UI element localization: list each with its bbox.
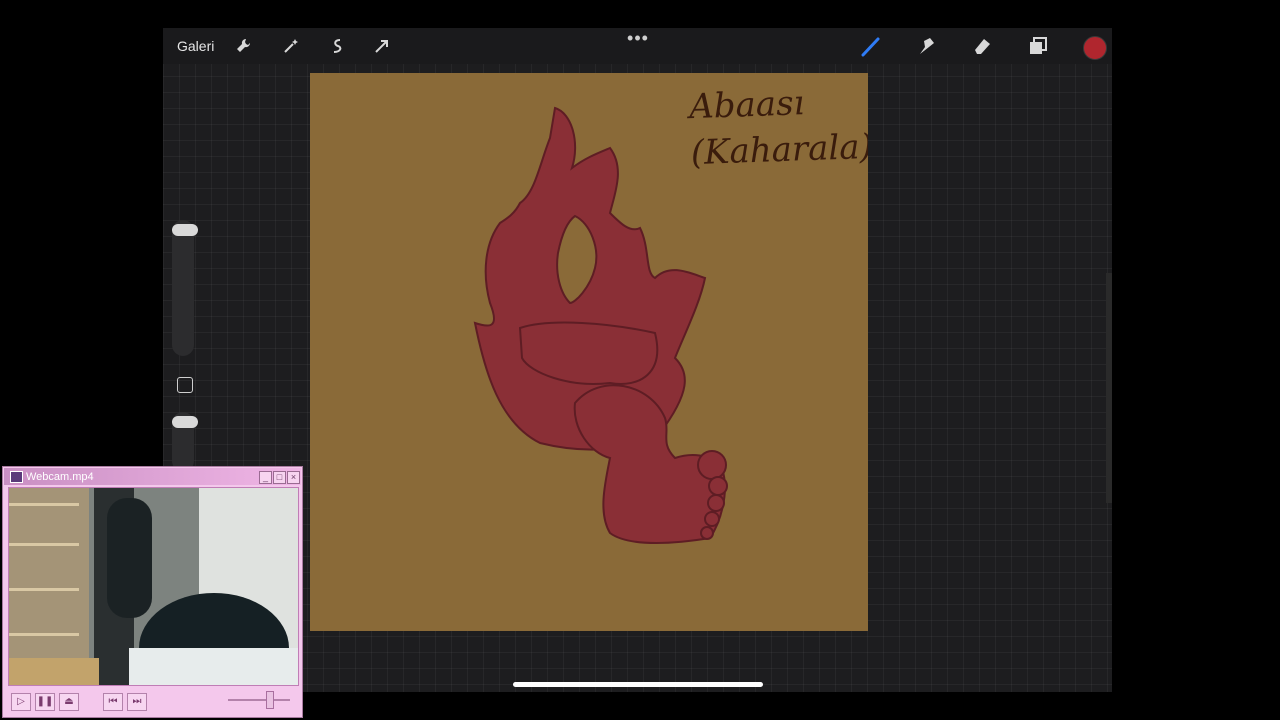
drawing-canvas[interactable]: Abaası (Kaharala) bbox=[310, 73, 868, 631]
brush-size-slider[interactable] bbox=[172, 220, 194, 356]
eraser-icon[interactable] bbox=[967, 28, 997, 64]
webcam-title: Webcam.mp4 bbox=[26, 470, 94, 483]
close-button[interactable]: × bbox=[287, 471, 300, 484]
smudge-icon[interactable] bbox=[912, 28, 942, 64]
minimize-button[interactable]: _ bbox=[259, 471, 272, 484]
webcam-titlebar[interactable]: Webcam.mp4 _ □ × bbox=[4, 468, 301, 485]
procreate-app: Galeri ••• Abaası (Kaharala) bbox=[163, 28, 1112, 692]
play-button[interactable]: ▷ bbox=[11, 693, 31, 711]
previous-button[interactable]: ⏮ bbox=[103, 693, 123, 711]
caption-line-2: (Kaharala) bbox=[690, 126, 868, 174]
next-button[interactable]: ⏭ bbox=[127, 693, 147, 711]
transform-arrow-icon[interactable] bbox=[367, 28, 397, 64]
gallery-button[interactable]: Galeri bbox=[177, 28, 214, 64]
volume-slider-track[interactable] bbox=[228, 699, 290, 701]
layers-icon[interactable] bbox=[1023, 28, 1053, 64]
app-icon bbox=[10, 471, 23, 483]
selection-icon[interactable] bbox=[322, 28, 352, 64]
color-picker-swatch[interactable] bbox=[1083, 36, 1107, 60]
magic-wand-icon[interactable] bbox=[276, 28, 306, 64]
side-toolbar bbox=[166, 216, 200, 476]
caption-line-1: Abaası bbox=[688, 83, 806, 128]
top-toolbar: Galeri ••• bbox=[163, 28, 1112, 64]
modify-button[interactable] bbox=[177, 377, 193, 393]
brush-icon[interactable] bbox=[856, 28, 886, 64]
eject-button[interactable]: ⏏ bbox=[59, 693, 79, 711]
maximize-button[interactable]: □ bbox=[273, 471, 286, 484]
pause-button[interactable]: ❚❚ bbox=[35, 693, 55, 711]
wrench-icon[interactable] bbox=[229, 28, 259, 64]
volume-slider-thumb[interactable] bbox=[266, 691, 274, 709]
webcam-window: Webcam.mp4 _ □ × ▷ ❚❚ ⏏ ⏮ ⏭ bbox=[2, 466, 303, 718]
home-indicator[interactable] bbox=[513, 682, 763, 687]
side-edge-tab[interactable] bbox=[1106, 273, 1112, 503]
canvas-caption: Abaası (Kaharala) bbox=[688, 78, 868, 176]
more-icon[interactable]: ••• bbox=[623, 28, 653, 56]
opacity-thumb[interactable] bbox=[172, 416, 198, 428]
media-controls: ▷ ❚❚ ⏏ ⏮ ⏭ bbox=[3, 685, 302, 717]
brush-size-thumb[interactable] bbox=[172, 224, 198, 236]
webcam-video bbox=[8, 487, 299, 686]
